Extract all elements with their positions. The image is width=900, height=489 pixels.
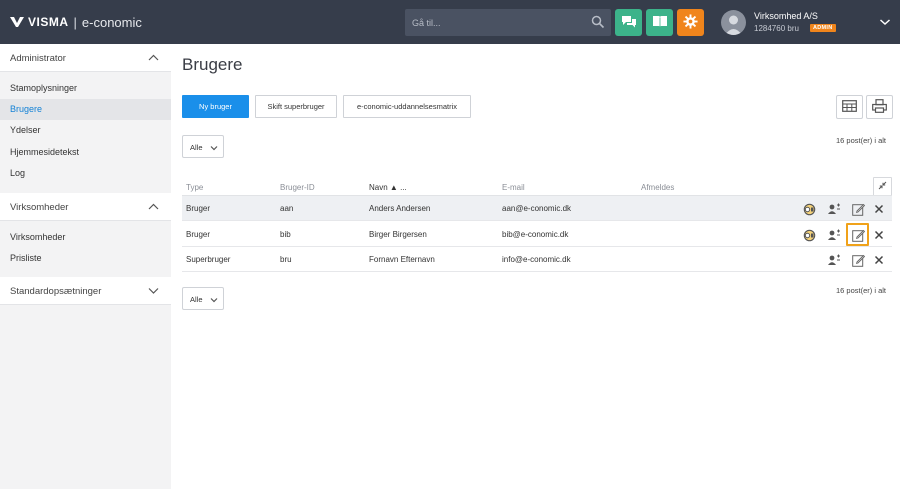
logo-product: e-conomic	[81, 14, 142, 30]
account-menu[interactable]: Virksomhed A/S 1284760 bru ADMIN	[721, 8, 896, 36]
role-badge: ADMIN	[810, 24, 836, 32]
sidebar-section-administrator[interactable]: Administrator	[0, 44, 171, 72]
sidebar: Administrator Stamoplysninger Brugere Yd…	[0, 44, 171, 489]
company-id: 1284760 bru	[754, 24, 799, 33]
sidebar-item-ydelser[interactable]: Ydelser	[0, 120, 171, 141]
delete-icon[interactable]	[872, 253, 886, 267]
search-box	[405, 9, 611, 36]
printer-icon	[872, 99, 887, 115]
sidebar-item-brugere[interactable]: Brugere	[0, 99, 171, 120]
sidebar-section-virksomheder[interactable]: Virksomheder	[0, 193, 171, 221]
user-permissions-icon[interactable]	[827, 228, 841, 242]
table-view-button[interactable]	[836, 95, 863, 119]
table-row[interactable]: Bruger bib Birger Birgersen bib@e-conomi…	[182, 222, 892, 247]
chevron-down-icon	[148, 286, 159, 295]
cell-email: aan@e-conomic.dk	[502, 204, 572, 213]
filter-select-bottom[interactable]: Alle	[182, 287, 224, 310]
training-matrix-button[interactable]: e-conomic-uddannelsesmatrix	[343, 95, 471, 118]
chevron-down-icon	[210, 298, 218, 303]
transfer-access-icon[interactable]	[802, 228, 816, 242]
table-icon	[842, 100, 857, 114]
gear-icon	[683, 14, 698, 31]
chevron-up-icon	[148, 53, 159, 62]
column-header-type[interactable]: Type	[186, 183, 203, 192]
cell-name: Fornavn Efternavn	[369, 255, 435, 264]
search-input[interactable]	[405, 9, 585, 36]
sidebar-item-log[interactable]: Log	[0, 163, 171, 184]
top-bar: VISMA | e-conomic Gå til... Virksomhed A…	[0, 0, 900, 44]
chat-button[interactable]	[615, 9, 642, 36]
column-header-name[interactable]: Navn ▲ ...	[369, 183, 407, 192]
new-user-button[interactable]: Ny bruger	[182, 95, 249, 118]
filter-select-top[interactable]: Alle	[182, 135, 224, 158]
edit-icon[interactable]	[851, 202, 865, 216]
cell-type: Superbruger	[186, 255, 231, 264]
cell-email: bib@e-conomic.dk	[502, 230, 569, 239]
chevron-down-icon	[210, 146, 218, 151]
collapse-columns-button[interactable]	[873, 177, 892, 196]
cell-user-id: aan	[280, 204, 294, 213]
cell-email: info@e-conomic.dk	[502, 255, 571, 264]
help-book-button[interactable]	[646, 9, 673, 36]
user-permissions-icon[interactable]	[827, 253, 841, 267]
collapse-icon	[878, 181, 887, 192]
column-header-user-id[interactable]: Bruger-ID	[280, 183, 315, 192]
filter-value: Alle	[190, 143, 203, 152]
logo[interactable]: VISMA | e-conomic	[10, 14, 142, 30]
company-name: Virksomhed A/S	[754, 11, 818, 21]
search-icon[interactable]	[591, 15, 605, 29]
sidebar-section-label: Virksomheder	[10, 202, 69, 213]
book-icon	[652, 15, 668, 30]
delete-icon[interactable]	[872, 228, 886, 242]
logo-separator: |	[73, 14, 77, 30]
cell-type: Bruger	[186, 204, 211, 213]
sidebar-item-stamoplysninger[interactable]: Stamoplysninger	[0, 78, 171, 99]
user-permissions-icon[interactable]	[827, 202, 841, 216]
sidebar-item-prisliste[interactable]: Prisliste	[0, 248, 171, 269]
record-count-top: 16 post(er) i alt	[836, 136, 887, 145]
settings-button[interactable]	[677, 9, 704, 36]
column-header-unsubscribe[interactable]: Afmeldes	[641, 183, 674, 192]
transfer-access-icon[interactable]	[802, 202, 816, 216]
switch-superuser-button[interactable]: Skift superbruger	[255, 95, 337, 118]
column-header-email[interactable]: E-mail	[502, 183, 525, 192]
delete-icon[interactable]	[872, 202, 886, 216]
visma-logo-icon	[10, 17, 24, 27]
record-count-bottom: 16 post(er) i alt	[836, 286, 887, 295]
avatar	[721, 10, 746, 35]
page-title: Brugere	[182, 55, 243, 74]
chevron-up-icon	[148, 202, 159, 211]
chevron-down-icon[interactable]	[879, 17, 891, 27]
table-row[interactable]: Bruger aan Anders Andersen aan@e-conomic…	[182, 196, 892, 221]
sort-ascending-icon: ▲ ...	[389, 183, 407, 192]
sidebar-section-label: Administrator	[10, 53, 66, 64]
edit-icon[interactable]	[851, 253, 865, 267]
filter-value: Alle	[190, 295, 203, 304]
sidebar-item-hjemmesidetekst[interactable]: Hjemmesidetekst	[0, 142, 171, 163]
chat-icon	[621, 15, 637, 31]
cell-type: Bruger	[186, 230, 211, 239]
cell-user-id: bib	[280, 230, 291, 239]
sidebar-section-label: Standardopsætninger	[10, 286, 102, 297]
logo-brand: VISMA	[28, 15, 69, 29]
cell-user-id: bru	[280, 255, 292, 264]
edit-icon[interactable]	[851, 228, 865, 242]
print-button[interactable]	[866, 95, 893, 119]
sidebar-item-virksomheder[interactable]: Virksomheder	[0, 227, 171, 248]
cell-name: Anders Andersen	[369, 204, 431, 213]
cell-name: Birger Birgersen	[369, 230, 427, 239]
table-row[interactable]: Superbruger bru Fornavn Efternavn info@e…	[182, 247, 892, 272]
sidebar-section-standardopsaetninger[interactable]: Standardopsætninger	[0, 277, 171, 305]
